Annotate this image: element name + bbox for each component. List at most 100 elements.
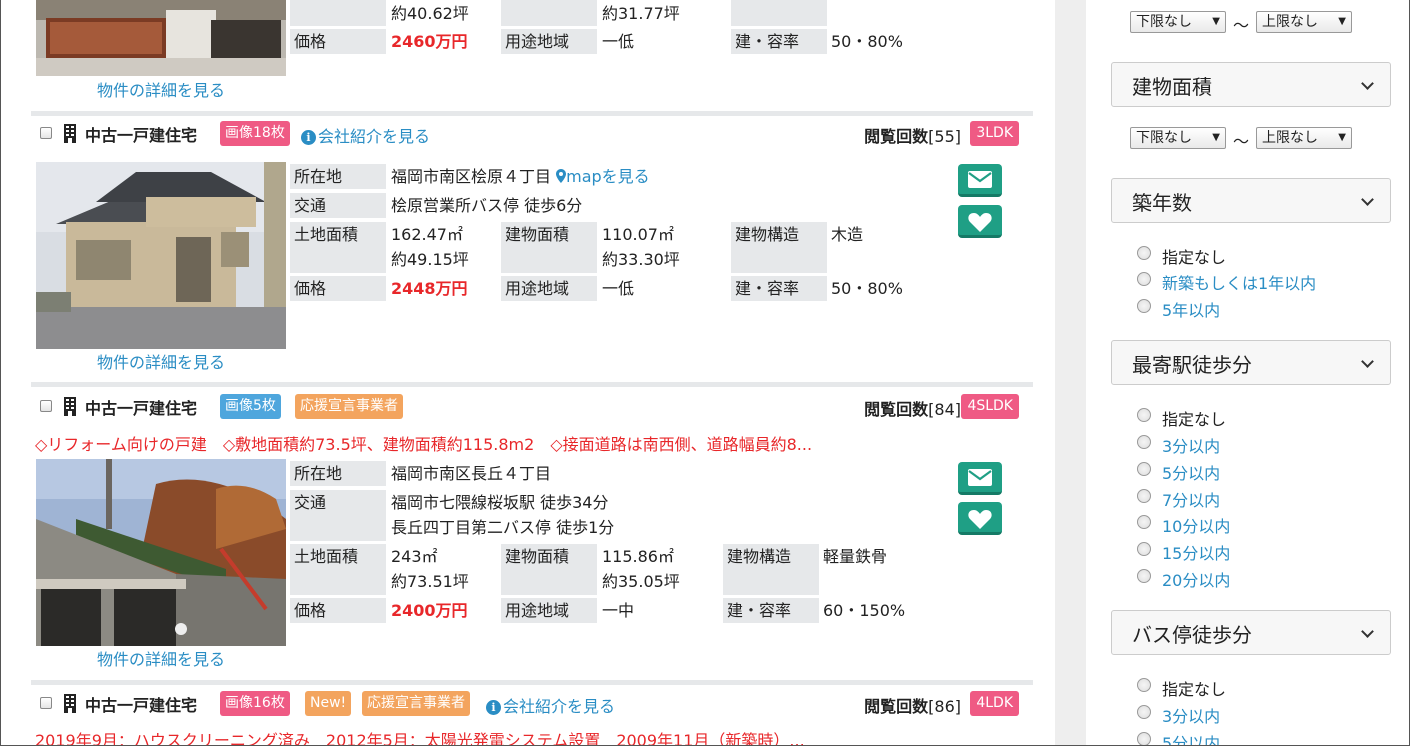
compare-checkbox[interactable] bbox=[40, 400, 52, 412]
image-count-tag[interactable]: 画像5枚 bbox=[220, 394, 281, 419]
ratio-label: 建・容率 bbox=[723, 598, 819, 623]
property-type: 中古一戸建住宅 bbox=[85, 696, 198, 715]
heart-icon bbox=[968, 510, 992, 529]
station-option[interactable]: 3分以内 bbox=[1162, 433, 1220, 457]
label-blank bbox=[501, 0, 597, 26]
mail-icon bbox=[968, 469, 992, 486]
bus-option[interactable]: 5分以内 bbox=[1162, 730, 1220, 745]
station-option[interactable]: 指定なし bbox=[1162, 406, 1226, 430]
land-area-tsubo: 約73.51坪 bbox=[391, 572, 469, 591]
inquiry-mail-button[interactable] bbox=[958, 164, 1002, 197]
property-photo[interactable] bbox=[36, 0, 286, 76]
station-radio[interactable] bbox=[1137, 515, 1151, 529]
bus-radio[interactable] bbox=[1137, 678, 1151, 692]
ratio-label: 建・容率 bbox=[731, 29, 827, 54]
land-area-tsubo: 約49.15坪 bbox=[391, 250, 469, 269]
station-option[interactable]: 20分以内 bbox=[1162, 567, 1230, 591]
filter-building-age[interactable]: 築年数 bbox=[1111, 178, 1391, 223]
favorite-button[interactable] bbox=[958, 205, 1002, 238]
favorite-button[interactable] bbox=[958, 502, 1002, 535]
compare-checkbox[interactable] bbox=[40, 697, 52, 709]
zoning-label: 用途地域 bbox=[501, 29, 597, 54]
station-radio[interactable] bbox=[1137, 435, 1151, 449]
company-info-link[interactable]: i 会社紹介を見る bbox=[301, 123, 430, 147]
station-option[interactable]: 15分以内 bbox=[1162, 540, 1230, 564]
station-option[interactable]: 10分以内 bbox=[1162, 513, 1230, 537]
land-area-label: 土地面積 bbox=[290, 222, 386, 273]
age-radio-new[interactable] bbox=[1137, 272, 1151, 286]
traffic-label: 交通 bbox=[290, 490, 386, 541]
inquiry-mail-button[interactable] bbox=[958, 462, 1002, 495]
filter-building-area[interactable]: 建物面積 bbox=[1111, 62, 1391, 107]
range-max-select[interactable]: 上限なし ▼ bbox=[1256, 11, 1352, 33]
map-link[interactable]: mapを見る bbox=[556, 167, 650, 186]
range-separator: ～ bbox=[1233, 16, 1250, 35]
station-option[interactable]: 5分以内 bbox=[1162, 460, 1220, 484]
traffic-value: 福岡市七隈線桜坂駅 徒歩34分 bbox=[391, 493, 609, 512]
property-listing: 中古一戸建住宅 画像16枚 New! 応援宣言事業者 i 会社紹介を見る 閲覧回数… bbox=[31, 689, 1031, 746]
compare-checkbox[interactable] bbox=[40, 127, 52, 139]
support-declaration-tag: 応援宣言事業者 bbox=[295, 394, 403, 419]
listing-divider bbox=[31, 382, 1033, 387]
property-detail-link[interactable]: 物件の詳細を見る bbox=[36, 77, 286, 101]
price-label: 価格 bbox=[290, 29, 386, 54]
traffic-label: 交通 bbox=[290, 193, 386, 218]
age-option-5y[interactable]: 5年以内 bbox=[1162, 297, 1220, 321]
bus-option[interactable]: 3分以内 bbox=[1162, 703, 1220, 727]
layout-badge: 3LDK bbox=[970, 121, 1019, 146]
image-count-tag[interactable]: 画像16枚 bbox=[220, 691, 290, 716]
listing-header: 中古一戸建住宅 画像5枚 応援宣言事業者 閲覧回数[84] 4SLDK bbox=[31, 392, 1031, 422]
search-filter-sidebar: 下限なし ▼ ～ 上限なし ▼ 建物面積 下限なし ▼ ～ 上限なし ▼ 築年数 指定な… bbox=[1086, 0, 1409, 745]
layout-badge: 4LDK bbox=[970, 691, 1019, 716]
age-option-new[interactable]: 新築もしくは1年以内 bbox=[1162, 270, 1316, 294]
price-value: 2460万円 bbox=[391, 32, 468, 51]
filter-station-walk[interactable]: 最寄駅徒歩分 bbox=[1111, 340, 1391, 385]
station-radio[interactable] bbox=[1137, 569, 1151, 583]
zoning-value: 一低 bbox=[602, 32, 635, 51]
zoning-label: 用途地域 bbox=[501, 276, 597, 301]
address-value: 福岡市南区長丘４丁目 bbox=[391, 464, 552, 483]
zoning-value: 一低 bbox=[602, 279, 635, 298]
building-area-max-select[interactable]: 上限なし ▼ bbox=[1256, 127, 1352, 149]
age-option-none[interactable]: 指定なし bbox=[1162, 244, 1226, 268]
dropdown-arrow-icon: ▼ bbox=[1212, 16, 1220, 27]
chevron-down-icon bbox=[1361, 355, 1374, 368]
bus-radio[interactable] bbox=[1137, 705, 1151, 719]
image-count-tag[interactable]: 画像18枚 bbox=[220, 121, 290, 146]
property-remark: 2019年9月：ハウスクリーニング済み 2012年5月：太陽光発電システム設置 … bbox=[35, 731, 805, 746]
property-detail-link[interactable]: 物件の詳細を見る bbox=[36, 646, 286, 670]
building-area-value: 115.86㎡ bbox=[602, 547, 674, 566]
age-radio-none[interactable] bbox=[1137, 246, 1151, 260]
property-photo[interactable] bbox=[36, 162, 286, 349]
building-area-min-select[interactable]: 下限なし ▼ bbox=[1130, 127, 1226, 149]
chevron-down-icon bbox=[1361, 625, 1374, 638]
building-area-tsubo: 約33.30坪 bbox=[602, 250, 680, 269]
station-radio[interactable] bbox=[1137, 462, 1151, 476]
station-radio[interactable] bbox=[1137, 542, 1151, 556]
heart-icon bbox=[968, 213, 992, 232]
bus-radio[interactable] bbox=[1137, 732, 1151, 745]
view-count: 閲覧回数[86] bbox=[864, 697, 961, 716]
listing-header: 中古一戸建住宅 画像16枚 New! 応援宣言事業者 i 会社紹介を見る 閲覧回数… bbox=[31, 689, 1031, 719]
property-detail-link[interactable]: 物件の詳細を見る bbox=[36, 349, 286, 373]
property-type: 中古一戸建住宅 bbox=[85, 399, 198, 418]
property-remark: ◇リフォーム向けの戸建 ◇敷地面積約73.5坪、建物面積約115.8m2 ◇接面… bbox=[35, 435, 813, 454]
building-area-tsubo: 約35.05坪 bbox=[602, 572, 680, 591]
land-area-value: 243㎡ bbox=[391, 547, 438, 566]
age-radio-5y[interactable] bbox=[1137, 299, 1151, 313]
range-min-select[interactable]: 下限なし ▼ bbox=[1130, 11, 1226, 33]
company-info-link[interactable]: i 会社紹介を見る bbox=[486, 693, 615, 717]
price-value: 2448万円 bbox=[391, 279, 468, 298]
station-radio[interactable] bbox=[1137, 408, 1151, 422]
bus-option[interactable]: 指定なし bbox=[1162, 676, 1226, 700]
address-label: 所在地 bbox=[290, 164, 386, 189]
station-radio[interactable] bbox=[1137, 489, 1151, 503]
station-option[interactable]: 7分以内 bbox=[1162, 487, 1220, 511]
map-pin-icon bbox=[556, 169, 567, 183]
property-photo[interactable] bbox=[36, 459, 286, 646]
label-blank bbox=[290, 0, 386, 26]
building-icon bbox=[64, 694, 76, 713]
structure-value: 軽量鉄骨 bbox=[823, 547, 888, 566]
browser-viewport: 物件の詳細を見る 約40.62坪 約31.77坪 価格 2460万円 用途地域 … bbox=[0, 0, 1410, 746]
filter-bus-walk[interactable]: バス停徒歩分 bbox=[1111, 610, 1391, 655]
